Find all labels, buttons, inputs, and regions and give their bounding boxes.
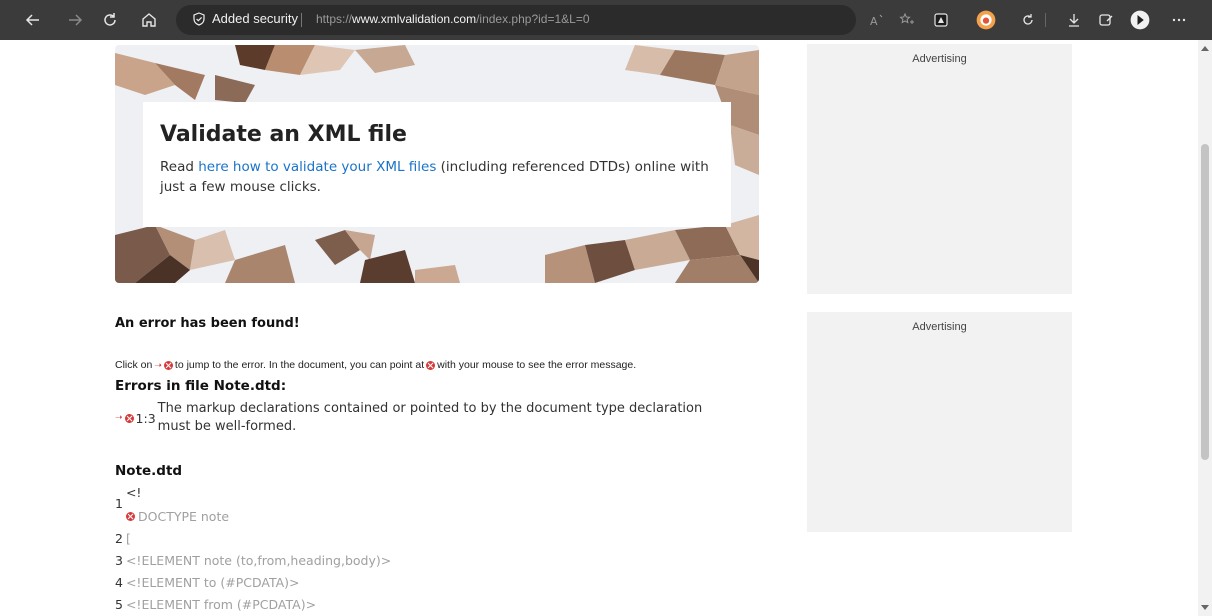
hint-text-c: with your mouse to see the error message… (437, 359, 637, 371)
profile-extension-icon[interactable] (974, 8, 998, 32)
address-bar[interactable]: Added security https://www.xmlvalidation… (176, 5, 856, 35)
error-message: The markup declarations contained or poi… (157, 401, 703, 434)
code-line-2: 2[ (115, 531, 131, 546)
advertising-label: Advertising (912, 321, 967, 333)
hero-banner: Validate an XML file Read here how to va… (115, 45, 759, 283)
favorite-star-icon[interactable] (895, 8, 919, 32)
svg-text:A: A (870, 15, 878, 28)
advertising-box-2[interactable]: Advertising (807, 312, 1072, 532)
error-marker-icon[interactable] (126, 512, 135, 521)
collections-icon[interactable] (1094, 8, 1118, 32)
hint-text-b: to jump to the error. In the document, y… (174, 359, 425, 371)
profile-avatar-icon[interactable] (1128, 8, 1152, 32)
jump-arrow-icon: ➝ (115, 413, 123, 423)
advertising-box-1[interactable]: Advertising (807, 44, 1072, 294)
page-title: Validate an XML file (160, 122, 407, 147)
download-icon[interactable] (1062, 8, 1086, 32)
code-line-1-cont: DOCTYPE note (124, 509, 229, 524)
code-line-4: 4 <!ELEMENT to (#PCDATA)> (115, 575, 300, 590)
line-number: 1 (115, 496, 123, 511)
hero-text-before: Read (160, 159, 199, 175)
error-icon (426, 360, 436, 370)
code-line-5: 5 <!ELEMENT from (#PCDATA)> (115, 597, 316, 612)
line-number: 2 (115, 531, 123, 546)
code-text: [ (125, 531, 131, 546)
line-number: 3 (115, 553, 123, 568)
hint-text-a: Click on (115, 359, 153, 371)
hero-card: Validate an XML file Read here how to va… (143, 102, 731, 227)
security-label: Added security (212, 11, 298, 26)
address-separator (301, 13, 302, 27)
error-position[interactable]: 1:3 (136, 411, 156, 426)
toolbar-separator (1045, 13, 1046, 27)
jump-arrow-icon: ➝ (154, 359, 162, 370)
error-icon (124, 413, 134, 423)
scrollbar-thumb[interactable] (1201, 144, 1209, 460)
advertising-label: Advertising (912, 53, 967, 65)
code-text: <! (125, 485, 142, 500)
error-hint: Click on ➝ to jump to the error. In the … (115, 359, 636, 371)
extension-icon[interactable] (929, 8, 953, 32)
url-text[interactable]: https://www.xmlvalidation.com/index.php?… (316, 12, 590, 26)
code-text: <!ELEMENT note (to,from,heading,body)> (125, 553, 392, 568)
page-scrollbar[interactable] (1198, 40, 1212, 616)
scroll-down-arrow-icon[interactable] (1201, 605, 1209, 610)
back-icon[interactable] (21, 8, 45, 32)
line-number: 5 (115, 597, 123, 612)
forward-icon[interactable] (63, 8, 87, 32)
refresh-extension-icon[interactable] (1016, 8, 1040, 32)
how-to-validate-link[interactable]: here how to validate your XML files (198, 159, 436, 175)
error-icon (163, 360, 173, 370)
security-indicator[interactable]: Added security (192, 11, 298, 26)
jump-to-error-link[interactable]: ➝ (115, 413, 136, 423)
code-text: <!ELEMENT from (#PCDATA)> (125, 597, 317, 612)
line-number: 4 (115, 575, 123, 590)
scroll-up-arrow-icon[interactable] (1201, 46, 1209, 51)
hero-description: Read here how to validate your XML files… (160, 157, 720, 197)
code-text: DOCTYPE note (138, 509, 230, 524)
code-text: <!ELEMENT to (#PCDATA)> (125, 575, 300, 590)
refresh-icon[interactable] (98, 8, 122, 32)
url-path: /index.php?id=1&L=0 (476, 12, 590, 26)
home-icon[interactable] (137, 8, 161, 32)
shield-check-icon (193, 11, 205, 26)
url-prefix: https:// (316, 12, 353, 26)
browser-toolbar: Added security https://www.xmlvalidation… (0, 0, 1212, 40)
url-domain: www.xmlvalidation.com (352, 12, 477, 26)
error-found-heading: An error has been found! (115, 316, 300, 331)
read-aloud-icon[interactable]: A (864, 8, 888, 32)
errors-in-file-heading: Errors in file Note.dtd: (115, 378, 287, 394)
error-entry: ➝ 1:3 The markup declarations contained … (115, 400, 738, 436)
more-menu-icon[interactable] (1167, 8, 1191, 32)
code-line-1: 1<! (115, 485, 142, 511)
code-line-3: 3 <!ELEMENT note (to,from,heading,body)> (115, 553, 391, 568)
file-name-heading: Note.dtd (115, 463, 183, 479)
